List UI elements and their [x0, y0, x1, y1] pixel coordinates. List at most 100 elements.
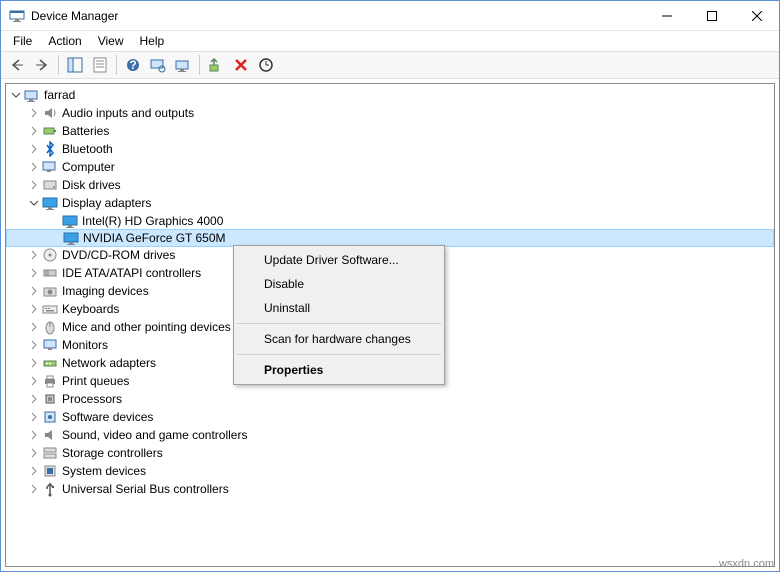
tree-root[interactable]: farrad [6, 86, 774, 104]
tree-category-label: Batteries [62, 124, 109, 138]
processor-icon [42, 391, 58, 407]
expander-icon[interactable] [28, 285, 40, 297]
update-driver-button[interactable] [171, 54, 195, 76]
expander-icon[interactable] [28, 321, 40, 333]
tree-category-label: Universal Serial Bus controllers [62, 482, 229, 496]
expander-icon[interactable] [10, 89, 22, 101]
expander-icon[interactable] [28, 411, 40, 423]
sound-icon [42, 427, 58, 443]
tree-category-label: Disk drives [62, 178, 121, 192]
tree-device[interactable]: Intel(R) HD Graphics 4000 [6, 212, 774, 230]
enable-button[interactable] [204, 54, 228, 76]
tree-category[interactable]: Storage controllers [6, 444, 774, 462]
expander-icon[interactable] [28, 161, 40, 173]
menu-help[interactable]: Help [134, 32, 171, 50]
tree-category[interactable]: Disk drives [6, 176, 774, 194]
tree-category-label: Processors [62, 392, 122, 406]
app-icon [9, 8, 25, 24]
close-button[interactable] [734, 1, 779, 30]
expander-icon[interactable] [28, 303, 40, 315]
help-button[interactable]: ? [121, 54, 145, 76]
properties-button[interactable] [88, 54, 112, 76]
expander-icon[interactable] [28, 267, 40, 279]
dvd-icon [42, 247, 58, 263]
menubar: File Action View Help [1, 31, 779, 51]
expander-icon[interactable] [28, 249, 40, 261]
toolbar-separator [116, 55, 117, 75]
storage-icon [42, 445, 58, 461]
imaging-icon [42, 283, 58, 299]
tree-category-label: System devices [62, 464, 146, 478]
tree-category[interactable]: Display adapters [6, 194, 774, 212]
ctx-disable[interactable]: Disable [236, 272, 442, 296]
menu-action[interactable]: Action [42, 32, 87, 50]
tree-device-label: NVIDIA GeForce GT 650M [83, 231, 226, 245]
tree-category-label: Display adapters [62, 196, 151, 210]
tree-category[interactable]: Processors [6, 390, 774, 408]
tree-category[interactable]: System devices [6, 462, 774, 480]
menu-file[interactable]: File [7, 32, 38, 50]
tree-category-label: Software devices [62, 410, 153, 424]
uninstall-button[interactable] [229, 54, 253, 76]
titlebar: Device Manager [1, 1, 779, 31]
tree-category[interactable]: Audio inputs and outputs [6, 104, 774, 122]
tree-category-label: IDE ATA/ATAPI controllers [62, 266, 201, 280]
show-hide-tree-button[interactable] [63, 54, 87, 76]
battery-icon [42, 123, 58, 139]
expander-icon[interactable] [28, 483, 40, 495]
toolbar: ? [1, 51, 779, 79]
expander-icon[interactable] [28, 357, 40, 369]
display-icon [63, 230, 79, 246]
network-icon [42, 355, 58, 371]
tree-category-label: Sound, video and game controllers [62, 428, 247, 442]
tree-root-label: farrad [44, 88, 75, 102]
ctx-uninstall[interactable]: Uninstall [236, 296, 442, 320]
expander-icon[interactable] [28, 393, 40, 405]
tree-category[interactable]: Batteries [6, 122, 774, 140]
maximize-button[interactable] [689, 1, 734, 30]
tree-category-label: Mice and other pointing devices [62, 320, 231, 334]
window-title: Device Manager [31, 9, 644, 23]
watermark: wsxdn.com [719, 558, 774, 570]
mouse-icon [42, 319, 58, 335]
toolbar-separator [58, 55, 59, 75]
expander-icon[interactable] [28, 143, 40, 155]
computer-icon [42, 159, 58, 175]
expander-icon[interactable] [28, 197, 40, 209]
tree-category-label: Monitors [62, 338, 108, 352]
expander-icon[interactable] [28, 465, 40, 477]
tree-category[interactable]: Computer [6, 158, 774, 176]
back-button[interactable] [5, 54, 29, 76]
software-icon [42, 409, 58, 425]
tree-device-label: Intel(R) HD Graphics 4000 [82, 214, 223, 228]
expander-icon[interactable] [28, 107, 40, 119]
display-icon [42, 195, 58, 211]
ctx-properties[interactable]: Properties [236, 358, 442, 382]
expander-icon[interactable] [28, 429, 40, 441]
scan-hardware-button[interactable] [254, 54, 278, 76]
tree-category[interactable]: Sound, video and game controllers [6, 426, 774, 444]
ctx-separator [237, 323, 441, 324]
keyboard-icon [42, 301, 58, 317]
expander-icon[interactable] [28, 179, 40, 191]
expander-icon[interactable] [28, 447, 40, 459]
ctx-update-driver[interactable]: Update Driver Software... [236, 248, 442, 272]
menu-view[interactable]: View [92, 32, 130, 50]
minimize-button[interactable] [644, 1, 689, 30]
tree-category-label: Imaging devices [62, 284, 149, 298]
tree-category[interactable]: Universal Serial Bus controllers [6, 480, 774, 498]
tree-category-label: Keyboards [62, 302, 119, 316]
tree-category-label: Storage controllers [62, 446, 163, 460]
tree-category-label: Print queues [62, 374, 129, 388]
forward-button[interactable] [30, 54, 54, 76]
expander-icon[interactable] [28, 125, 40, 137]
tree-category-label: Network adapters [62, 356, 156, 370]
tree-category[interactable]: Software devices [6, 408, 774, 426]
ctx-separator [237, 354, 441, 355]
tree-category[interactable]: Bluetooth [6, 140, 774, 158]
expander-icon[interactable] [28, 375, 40, 387]
expander-icon[interactable] [28, 339, 40, 351]
svg-text:?: ? [129, 58, 136, 72]
ctx-scan[interactable]: Scan for hardware changes [236, 327, 442, 351]
scan-button[interactable] [146, 54, 170, 76]
